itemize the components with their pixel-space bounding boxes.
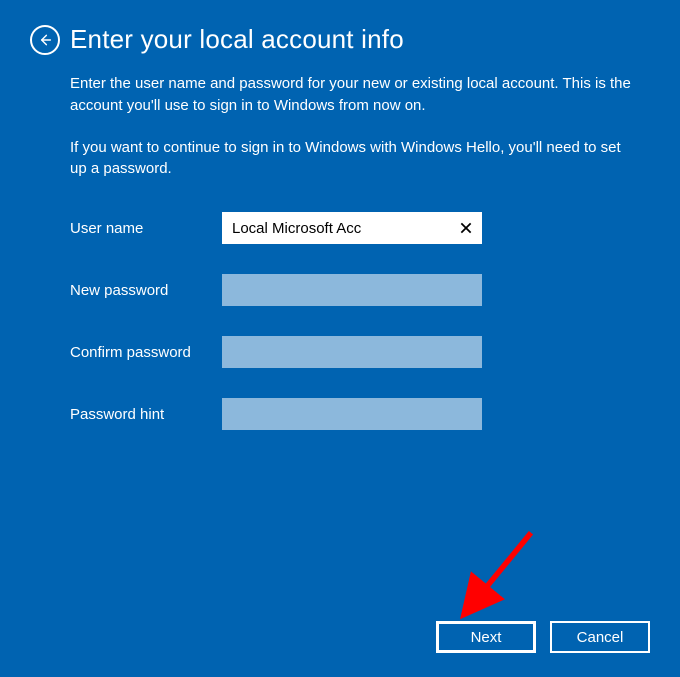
back-arrow-icon bbox=[37, 32, 53, 48]
next-button[interactable]: Next bbox=[436, 621, 536, 653]
username-input[interactable] bbox=[222, 212, 482, 244]
username-row: User name bbox=[70, 212, 650, 244]
clear-username-button[interactable] bbox=[456, 218, 476, 238]
cancel-button[interactable]: Cancel bbox=[550, 621, 650, 653]
confirm-password-label: Confirm password bbox=[70, 344, 222, 361]
close-icon bbox=[459, 221, 473, 235]
page-title: Enter your local account info bbox=[70, 24, 404, 55]
new-password-input-wrap bbox=[222, 274, 482, 306]
username-input-wrap bbox=[222, 212, 482, 244]
description-text-1: Enter the user name and password for you… bbox=[70, 73, 632, 117]
button-row: Next Cancel bbox=[436, 621, 650, 653]
username-label: User name bbox=[70, 220, 222, 237]
confirm-password-input-wrap bbox=[222, 336, 482, 368]
confirm-password-input[interactable] bbox=[222, 336, 482, 368]
header-row: Enter your local account info bbox=[30, 24, 650, 55]
new-password-row: New password bbox=[70, 274, 650, 306]
password-hint-input-wrap bbox=[222, 398, 482, 430]
arrow-icon bbox=[432, 524, 542, 634]
local-account-dialog: Enter your local account info Enter the … bbox=[0, 0, 680, 677]
back-button[interactable] bbox=[30, 25, 60, 55]
description-text-2: If you want to continue to sign in to Wi… bbox=[70, 137, 632, 181]
new-password-input[interactable] bbox=[222, 274, 482, 306]
new-password-label: New password bbox=[70, 282, 222, 299]
form-area: User name New password Confirm password bbox=[70, 212, 650, 430]
password-hint-input[interactable] bbox=[222, 398, 482, 430]
password-hint-row: Password hint bbox=[70, 398, 650, 430]
confirm-password-row: Confirm password bbox=[70, 336, 650, 368]
password-hint-label: Password hint bbox=[70, 406, 222, 423]
